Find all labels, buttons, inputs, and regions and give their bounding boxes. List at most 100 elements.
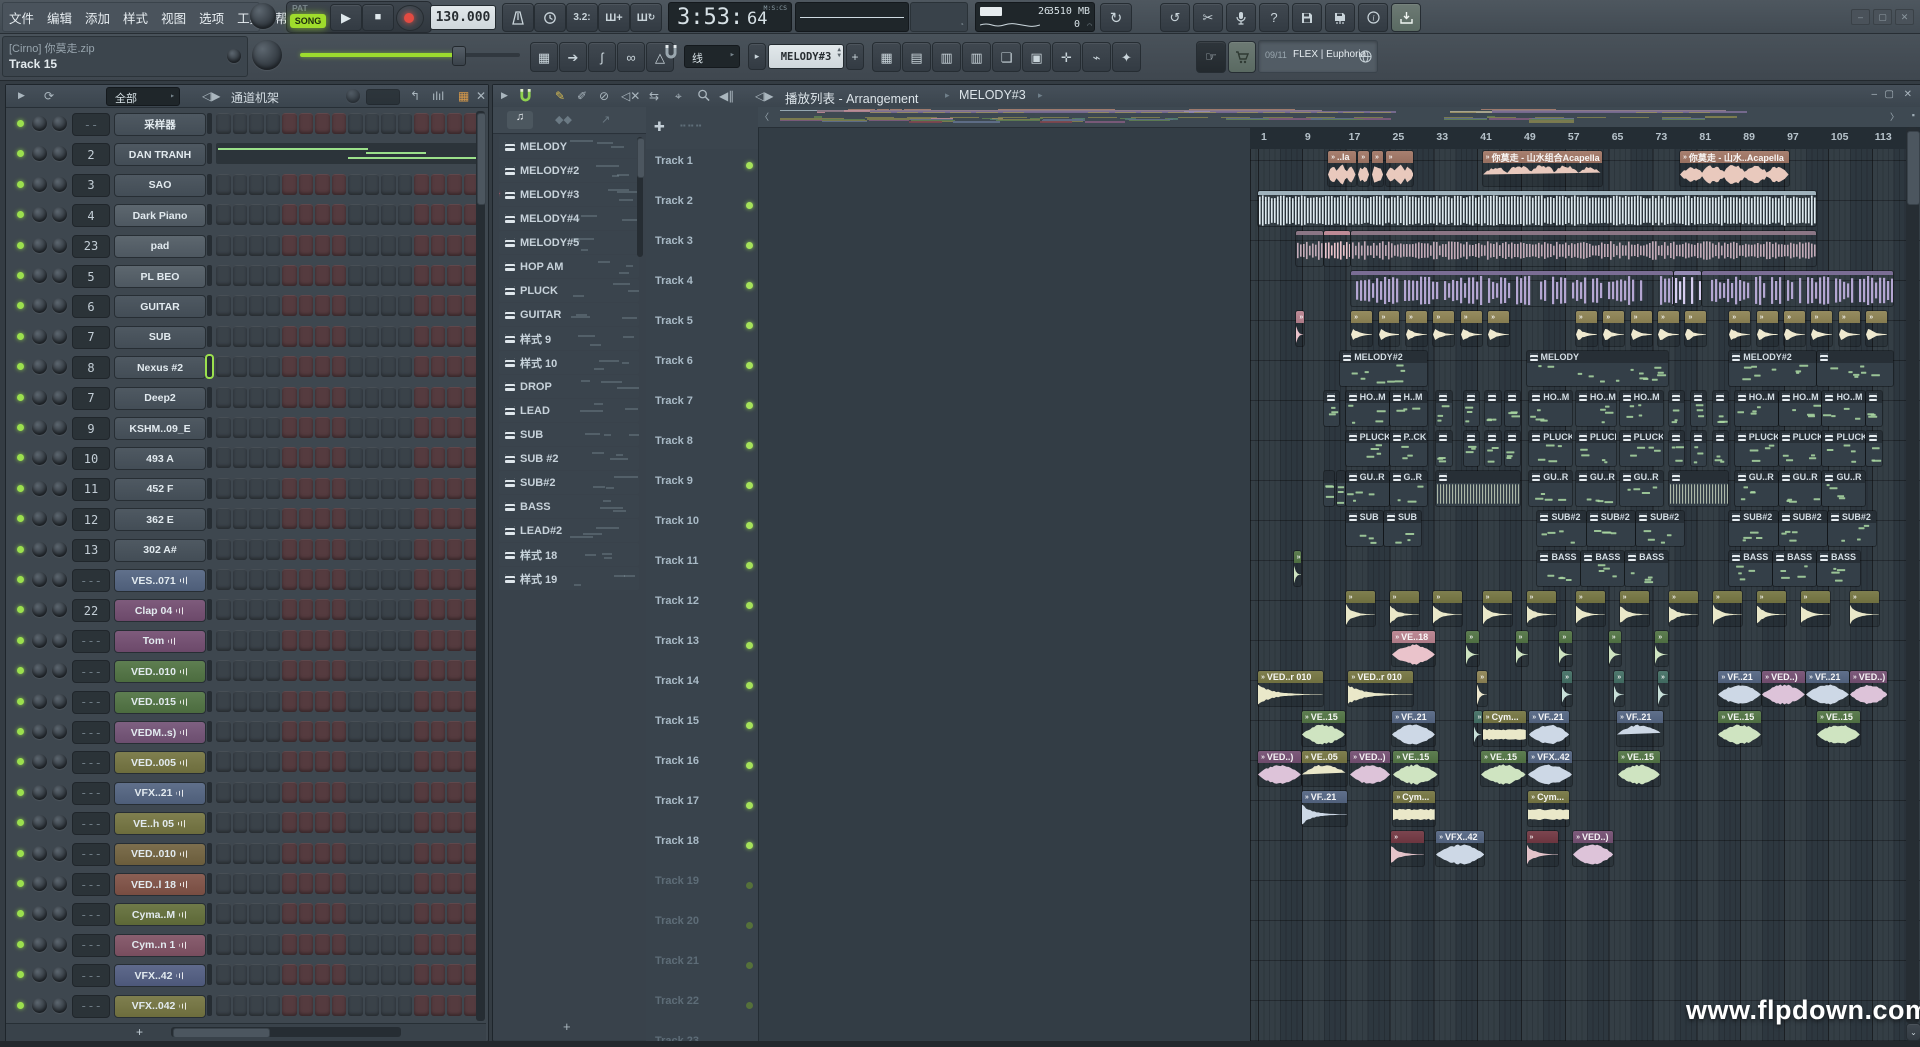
step-cell[interactable] bbox=[398, 539, 413, 560]
step-cell[interactable] bbox=[398, 478, 413, 499]
audio-clip[interactable]: » bbox=[1658, 671, 1668, 706]
pattern-clip[interactable] bbox=[1669, 391, 1684, 426]
playlist-track-header[interactable]: Track 15 bbox=[646, 709, 759, 750]
step-cell[interactable] bbox=[216, 873, 231, 894]
step-cell[interactable] bbox=[216, 174, 231, 195]
step-cell[interactable] bbox=[216, 843, 231, 864]
step-cell[interactable] bbox=[282, 599, 297, 620]
track-led[interactable] bbox=[746, 362, 753, 369]
audio-clip[interactable]: »VE..15 bbox=[1481, 751, 1525, 786]
pattern-clip[interactable]: G..R bbox=[1390, 471, 1427, 506]
pattern-clip[interactable]: GU..R bbox=[1779, 471, 1822, 506]
step-cell[interactable] bbox=[447, 295, 462, 316]
pattern-clip[interactable]: BASS bbox=[1773, 551, 1816, 586]
step-cell[interactable] bbox=[315, 691, 330, 712]
channel-target-display[interactable]: --- bbox=[72, 964, 110, 987]
pattern-add-button[interactable]: + bbox=[846, 43, 864, 70]
step-cell[interactable] bbox=[447, 387, 462, 408]
audio-clip[interactable]: » bbox=[1576, 591, 1605, 626]
channel-pan-knob[interactable] bbox=[32, 572, 47, 587]
step-cell[interactable] bbox=[315, 447, 330, 468]
recording-shift-button[interactable]: Ш+ bbox=[598, 3, 630, 32]
step-cell[interactable] bbox=[299, 903, 314, 924]
step-cell[interactable] bbox=[365, 204, 380, 225]
step-cell[interactable] bbox=[315, 873, 330, 894]
step-cell[interactable] bbox=[447, 569, 462, 590]
channel-target-display[interactable]: 6 bbox=[72, 295, 110, 318]
step-cell[interactable] bbox=[348, 113, 363, 134]
step-cell[interactable] bbox=[431, 630, 446, 651]
step-cell[interactable] bbox=[249, 235, 264, 256]
audio-clip[interactable]: » bbox=[1386, 151, 1413, 186]
step-cell[interactable] bbox=[447, 843, 462, 864]
pattern-clip[interactable] bbox=[1713, 391, 1728, 426]
pattern-clip[interactable]: BASS bbox=[1729, 551, 1772, 586]
overview-scroll-left[interactable]: 〈 bbox=[760, 110, 769, 123]
channel-volume-knob[interactable] bbox=[52, 298, 67, 313]
track-led[interactable] bbox=[746, 482, 753, 489]
step-cell[interactable] bbox=[282, 417, 297, 438]
step-cell[interactable] bbox=[216, 478, 231, 499]
channel-target-display[interactable]: --- bbox=[72, 903, 110, 926]
channel-pan-knob[interactable] bbox=[32, 906, 47, 921]
master-pitch-knob[interactable] bbox=[252, 40, 282, 70]
step-cell[interactable] bbox=[381, 660, 396, 681]
channel-led[interactable] bbox=[17, 606, 24, 613]
channel-button[interactable]: 452 F bbox=[114, 478, 206, 501]
step-cell[interactable] bbox=[348, 751, 363, 772]
channel-pan-knob[interactable] bbox=[32, 359, 47, 374]
step-cell[interactable] bbox=[282, 569, 297, 590]
step-cell[interactable] bbox=[266, 873, 281, 894]
playlist-track-header[interactable]: Track 1 bbox=[646, 149, 759, 190]
track-led[interactable] bbox=[746, 842, 753, 849]
pattern-clip[interactable]: HO..M bbox=[1735, 391, 1778, 426]
channel-target-display[interactable]: --- bbox=[72, 691, 110, 714]
step-cell[interactable] bbox=[398, 843, 413, 864]
pattern-list-item[interactable]: MELODY#5 bbox=[499, 231, 639, 254]
audio-clip[interactable]: »..la bbox=[1328, 151, 1355, 186]
playlist-track-header[interactable]: Track 9 bbox=[646, 469, 759, 510]
step-cell[interactable] bbox=[233, 599, 248, 620]
step-cell[interactable] bbox=[249, 843, 264, 864]
wait-for-input-button[interactable] bbox=[534, 3, 566, 32]
step-cell[interactable] bbox=[365, 113, 380, 134]
channel-button[interactable]: VFX..21 bbox=[114, 782, 206, 805]
channel-pan-knob[interactable] bbox=[32, 177, 47, 192]
channel-led[interactable] bbox=[17, 363, 24, 370]
step-cell[interactable] bbox=[398, 964, 413, 985]
pattern-clip[interactable] bbox=[1691, 391, 1706, 426]
pattern-prev-button[interactable]: ▸ bbox=[748, 43, 766, 70]
step-cell[interactable] bbox=[447, 478, 462, 499]
step-cell[interactable] bbox=[249, 903, 264, 924]
track-led[interactable] bbox=[746, 522, 753, 529]
step-cell[interactable] bbox=[282, 478, 297, 499]
audio-clip[interactable]: » bbox=[1685, 311, 1706, 346]
step-cell[interactable] bbox=[249, 265, 264, 286]
pl-paint-tool-icon[interactable]: ✐ bbox=[577, 89, 587, 103]
step-cell[interactable] bbox=[233, 903, 248, 924]
step-cell[interactable] bbox=[398, 934, 413, 955]
step-cell[interactable] bbox=[216, 721, 231, 742]
step-cell[interactable] bbox=[315, 113, 330, 134]
step-cell[interactable] bbox=[282, 295, 297, 316]
step-cell[interactable] bbox=[233, 812, 248, 833]
step-cell[interactable] bbox=[249, 174, 264, 195]
audio-clip-dense[interactable] bbox=[1258, 191, 1816, 226]
step-cell[interactable] bbox=[414, 295, 429, 316]
track-led[interactable] bbox=[746, 762, 753, 769]
tempo-display[interactable]: 130.000 bbox=[430, 5, 496, 30]
step-cell[interactable] bbox=[431, 235, 446, 256]
pattern-list-item[interactable]: 样式 9 bbox=[499, 327, 639, 350]
playlist-grid[interactable]: »..la»»»»你莫走 - 山水组合Acapella»你莫走 - 山水..Ac… bbox=[1250, 149, 1920, 1041]
pattern-clip[interactable]: HO..M bbox=[1822, 391, 1865, 426]
step-cell[interactable] bbox=[266, 326, 281, 347]
step-cell[interactable] bbox=[365, 356, 380, 377]
undo-button[interactable]: ↺ bbox=[1160, 3, 1190, 32]
pattern-clip[interactable]: SUB#2 bbox=[1729, 511, 1777, 546]
step-cell[interactable] bbox=[431, 934, 446, 955]
playlist-current-pattern[interactable]: MELODY#3 bbox=[959, 88, 1026, 102]
step-cell[interactable] bbox=[398, 721, 413, 742]
pattern-clip[interactable]: SUB bbox=[1346, 511, 1383, 546]
track-led[interactable] bbox=[746, 922, 753, 929]
audio-clip[interactable]: »VE..15 bbox=[1393, 751, 1437, 786]
